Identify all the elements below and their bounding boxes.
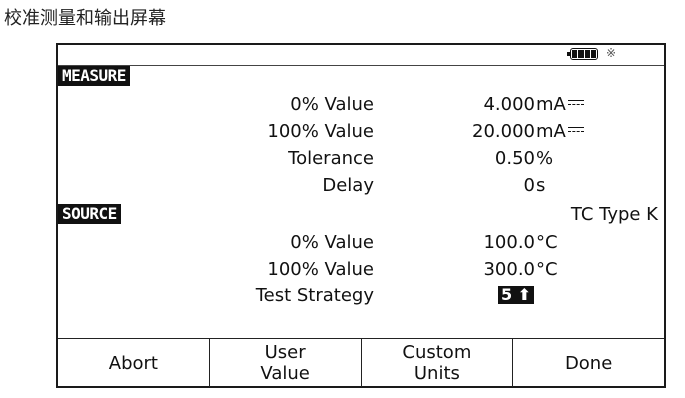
measure-0pct-value[interactable]: 4.000 xyxy=(483,94,535,116)
backlight-icon: ※ xyxy=(606,46,617,60)
source-100pct-label: 100% Value xyxy=(267,259,374,280)
source-0pct-label: 0% Value xyxy=(290,232,374,253)
calibrator-screen: ※ MEASURE 0% Value 4.000 mA 100% Value 2… xyxy=(56,43,666,388)
measure-tolerance-unit: % xyxy=(536,148,554,169)
measure-tolerance-value[interactable]: 0.50 xyxy=(495,148,535,170)
done-softkey[interactable]: Done xyxy=(513,339,664,387)
measure-0pct-label: 0% Value xyxy=(290,94,374,115)
measure-100pct-value[interactable]: 20.000 xyxy=(472,121,535,143)
measure-0pct-unit: mA xyxy=(536,94,584,116)
measure-100pct-unit: mA xyxy=(536,121,584,143)
test-strategy-value[interactable]: 5 ⬆ xyxy=(498,286,535,304)
measure-delay-label: Delay xyxy=(322,175,374,196)
user-value-softkey[interactable]: User Value xyxy=(210,339,362,387)
dc-symbol-icon xyxy=(567,99,584,108)
source-0pct-value[interactable]: 100.0 xyxy=(483,232,535,254)
softkey-bar: Abort User Value Custom Units Done xyxy=(58,338,664,387)
status-bar: ※ xyxy=(58,45,664,66)
abort-softkey[interactable]: Abort xyxy=(58,339,210,387)
custom-units-softkey[interactable]: Custom Units xyxy=(362,339,514,387)
dc-symbol-icon xyxy=(567,126,584,135)
source-100pct-value[interactable]: 300.0 xyxy=(483,259,535,281)
measure-header: MEASURE xyxy=(58,66,130,86)
figure-caption: 校准测量和输出屏幕 xyxy=(4,8,166,29)
measure-delay-value[interactable]: 0 xyxy=(524,175,535,197)
test-strategy-label: Test Strategy xyxy=(255,285,374,306)
source-type[interactable]: TC Type K xyxy=(571,204,658,226)
measure-delay-unit: s xyxy=(536,175,546,196)
measure-100pct-label: 100% Value xyxy=(267,121,374,142)
source-header: SOURCE xyxy=(58,204,121,224)
source-0pct-unit: °C xyxy=(536,232,558,253)
source-100pct-unit: °C xyxy=(536,259,558,280)
battery-full-icon xyxy=(567,48,598,60)
measure-tolerance-label: Tolerance xyxy=(288,148,374,169)
